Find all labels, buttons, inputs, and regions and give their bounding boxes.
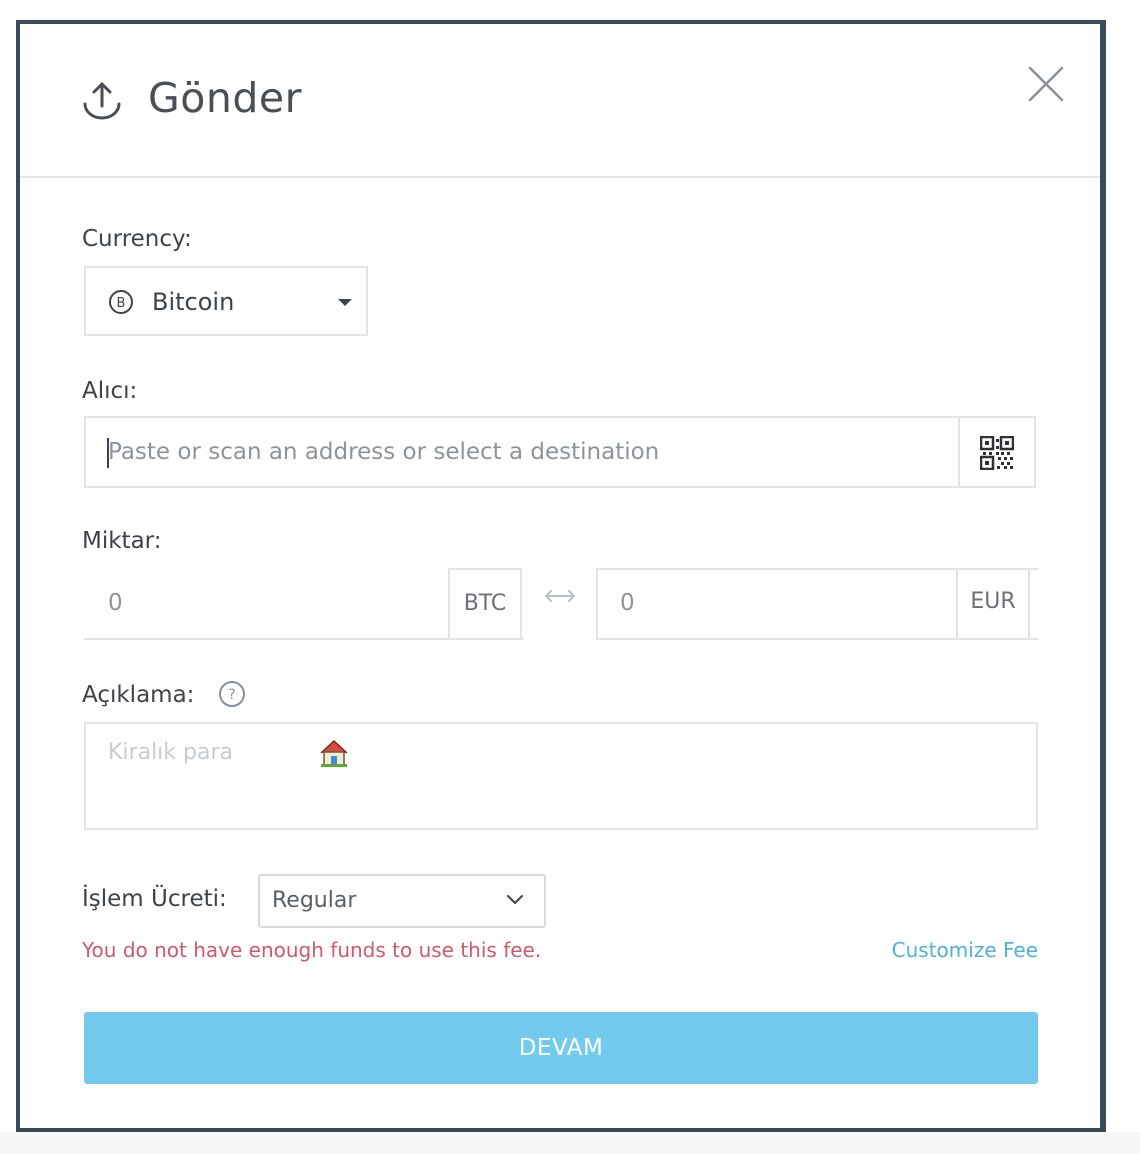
description-placeholder: Kiralık para [108,740,233,765]
customize-fee-link[interactable]: Customize Fee [892,938,1038,962]
recipient-input[interactable] [86,418,958,486]
bitcoin-icon: B [109,290,133,314]
text-cursor [107,438,109,468]
currency-select[interactable]: B Bitcoin [84,266,368,336]
svg-text:?: ? [228,687,235,703]
close-icon[interactable] [1026,64,1066,104]
fee-selected-value: Regular [272,888,357,913]
recipient-field [84,416,1036,488]
description-label: Açıklama: [82,682,195,708]
fiat-amount-value: 0 [620,590,635,616]
recipient-label: Alıcı: [82,378,138,404]
crypto-amount-value: 0 [108,590,123,616]
caret-down-icon [338,299,352,306]
fee-label: İşlem Ücreti: [82,886,227,912]
modal-title: Gönder [148,74,302,122]
crypto-unit-label: BTC [448,568,522,638]
upload-icon [83,82,121,120]
swap-arrows-icon [545,590,575,602]
house-icon [320,739,348,767]
question-icon[interactable]: ? [218,680,246,708]
page-background-strip [0,1132,1140,1154]
crypto-amount-field[interactable]: 0 BTC [84,568,524,640]
svg-text:B: B [117,296,126,311]
qr-code-icon [980,436,1014,470]
continue-button[interactable]: DEVAM [84,1012,1038,1084]
chevron-down-icon [507,895,523,904]
fee-select[interactable]: Regular [258,874,546,928]
amount-label: Miktar: [82,528,162,554]
send-modal: Gönder Currency: B Bitcoin Alıcı: Paste … [20,24,1100,1128]
currency-label: Currency: [82,226,192,252]
currency-selected-value: Bitcoin [152,288,235,316]
fiat-amount-field[interactable]: 0 EUR [596,568,1038,640]
fee-error-message: You do not have enough funds to use this… [82,938,542,962]
modal-header: Gönder [20,24,1100,178]
fiat-unit-label: EUR [956,568,1030,638]
scan-qr-button[interactable] [958,418,1036,486]
description-textarea[interactable]: Kiralık para [84,722,1038,830]
